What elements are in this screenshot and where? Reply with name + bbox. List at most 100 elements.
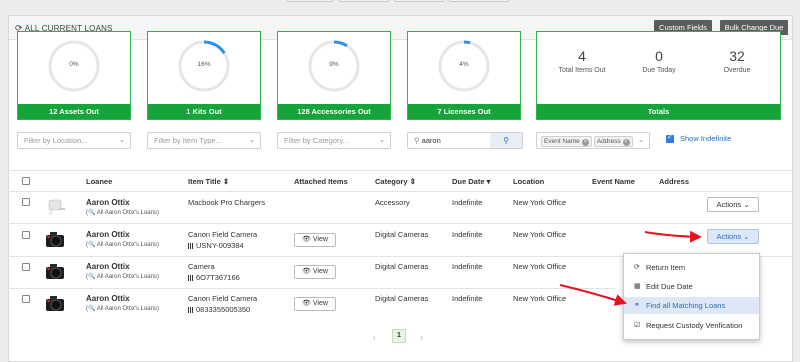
- due-date-cell: Indefinite: [452, 294, 483, 303]
- card-footer: 7 Licenses Out: [408, 104, 520, 119]
- item-title[interactable]: Canon Field Camera: [188, 294, 257, 303]
- close-icon[interactable]: ×: [622, 139, 630, 146]
- menu-item-label: Return Item: [646, 263, 686, 272]
- filter-placeholder: Filter by Item Type...: [154, 136, 222, 145]
- percent-label: 16%: [197, 61, 211, 68]
- top-cut-button[interactable]: [339, 0, 389, 2]
- table-top-divider: [8, 170, 792, 171]
- category-cell: Accessory: [375, 198, 410, 207]
- due-today-stat: 0 Due Today: [614, 48, 704, 74]
- current-page-button[interactable]: 1: [392, 329, 406, 343]
- due-date-cell: Indefinite: [452, 262, 483, 271]
- item-code: USNY-009384: [188, 241, 244, 250]
- progress-ring: 16%: [176, 38, 232, 94]
- card-footer: Totals: [537, 104, 780, 119]
- totals-card: 4 Total Items Out 0 Due Today 32 Overdue…: [536, 31, 781, 120]
- view-attached-button[interactable]: 👁 View: [294, 265, 336, 279]
- location-filter[interactable]: Filter by Location... ⌄: [17, 132, 131, 149]
- card-footer: 12 Assets Out: [18, 104, 130, 119]
- search-button[interactable]: ⚲: [490, 132, 523, 149]
- chevron-down-icon: ⌄: [249, 137, 255, 144]
- top-cut-button[interactable]: [449, 0, 509, 2]
- kits-out-card[interactable]: 16% 1 Kits Out: [147, 31, 261, 120]
- stat-number: 0: [655, 48, 663, 64]
- stat-label: Due Today: [642, 67, 676, 74]
- item-code-text: 0833355005350: [196, 305, 251, 314]
- row-divider: [8, 288, 615, 289]
- item-code-text: 6O7T367166: [196, 273, 240, 282]
- calendar-icon: ▦: [634, 283, 641, 290]
- header-category[interactable]: Category ⇕: [375, 177, 416, 186]
- row-checkbox[interactable]: [22, 263, 30, 271]
- column-tag[interactable]: Event Name ×: [541, 136, 592, 147]
- menu-item-return-item[interactable]: ⟳ Return Item: [624, 259, 759, 276]
- progress-ring: 0%: [46, 38, 102, 94]
- percent-label: 9%: [329, 61, 339, 68]
- next-page-button[interactable]: ›: [420, 333, 423, 342]
- actions-button[interactable]: Actions ⌄: [707, 229, 759, 244]
- show-indefinite-checkbox[interactable]: [666, 133, 674, 143]
- item-type-filter[interactable]: Filter by Item Type... ⌄: [147, 132, 261, 149]
- camera-thumbnail: [46, 264, 64, 279]
- item-title[interactable]: Canon Field Camera: [188, 230, 257, 239]
- view-attached-button[interactable]: 👁 View: [294, 297, 336, 311]
- item-title[interactable]: Macbook Pro Chargers: [188, 198, 265, 207]
- top-cut-button[interactable]: [287, 0, 333, 2]
- show-indefinite-label[interactable]: Show Indefinite: [680, 134, 731, 143]
- category-cell: Digital Cameras: [375, 262, 429, 271]
- accessories-out-card[interactable]: 9% 128 Accessories Out: [277, 31, 391, 120]
- filter-placeholder: Filter by Location...: [24, 136, 88, 145]
- menu-item-edit-due-date[interactable]: ▦ Edit Due Date: [624, 278, 759, 295]
- search-input[interactable]: ⚲ aaron: [407, 132, 491, 149]
- licenses-out-card[interactable]: 4% 7 Licenses Out: [407, 31, 521, 120]
- row-checkbox[interactable]: [22, 198, 30, 206]
- header-item-title[interactable]: Item Title ⇕: [188, 177, 229, 186]
- progress-ring: 9%: [306, 38, 362, 94]
- previous-page-button[interactable]: ‹: [373, 333, 376, 342]
- all-loans-link[interactable]: (🔍 All Aaron Ottix's Loans): [86, 273, 159, 280]
- header-divider: [8, 191, 792, 192]
- item-code: 0833355005350: [188, 305, 250, 314]
- header-loanee[interactable]: Loanee: [86, 177, 112, 186]
- loanee-name[interactable]: Aaron Ottix: [86, 294, 130, 303]
- overdue-stat: 32 Overdue: [692, 48, 782, 74]
- select-all-checkbox[interactable]: [22, 177, 30, 185]
- all-loans-link[interactable]: (🔍 All Aaron Ottix's Loans): [86, 209, 159, 216]
- all-loans-link[interactable]: (🔍 All Aaron Ottix's Loans): [86, 241, 159, 248]
- actions-button[interactable]: Actions ⌄: [707, 197, 759, 212]
- loanee-name[interactable]: Aaron Ottix: [86, 262, 130, 271]
- category-filter[interactable]: Filter by Category... ⌄: [277, 132, 391, 149]
- row-checkbox[interactable]: [22, 295, 30, 303]
- menu-item-request-custody-verification[interactable]: ☑ Request Custody Verification: [624, 317, 759, 334]
- chevron-down-icon: ⌄: [638, 137, 644, 144]
- loanee-name[interactable]: Aaron Ottix: [86, 230, 130, 239]
- column-tag[interactable]: Address ×: [593, 136, 633, 147]
- binoculars-icon: ⚭: [634, 302, 640, 309]
- top-cut-button[interactable]: [394, 0, 444, 2]
- search-icon: ⚲: [503, 136, 509, 145]
- item-title[interactable]: Camera: [188, 262, 215, 271]
- row-checkbox[interactable]: [22, 231, 30, 239]
- tag-label: Address: [596, 138, 621, 145]
- category-cell: Digital Cameras: [375, 230, 429, 239]
- refresh-icon: ⟳: [634, 264, 640, 271]
- close-icon[interactable]: ×: [581, 139, 589, 146]
- header-due-date[interactable]: Due Date ▾: [452, 177, 490, 186]
- loanee-name[interactable]: Aaron Ottix: [86, 198, 130, 207]
- percent-label: 0%: [69, 61, 79, 68]
- view-attached-button[interactable]: 👁 View: [294, 233, 336, 247]
- due-date-cell: Indefinite: [452, 198, 483, 207]
- card-footer: 1 Kits Out: [148, 104, 260, 119]
- location-cell: New York Office: [513, 198, 567, 207]
- chevron-down-icon: ⌄: [119, 137, 125, 144]
- all-loans-link[interactable]: (🔍 All Aaron Ottix's Loans): [86, 305, 159, 312]
- menu-item-label: Edit Due Date: [646, 282, 693, 291]
- menu-item-label: Find all Matching Loans: [646, 301, 726, 310]
- columns-select[interactable]: Event Name × Address × ⌄: [536, 132, 650, 149]
- actions-dropdown-menu: ⟳ Return Item ▦ Edit Due Date ⚭ Find all Ma…: [623, 253, 760, 340]
- search-icon: ⚲: [414, 136, 420, 145]
- menu-item-find-matching-loans[interactable]: ⚭ Find all Matching Loans: [624, 297, 759, 314]
- assets-out-card[interactable]: 0% 12 Assets Out: [17, 31, 131, 120]
- checkbox-icon: ☑: [634, 322, 641, 329]
- card-footer: 128 Accessories Out: [278, 104, 390, 119]
